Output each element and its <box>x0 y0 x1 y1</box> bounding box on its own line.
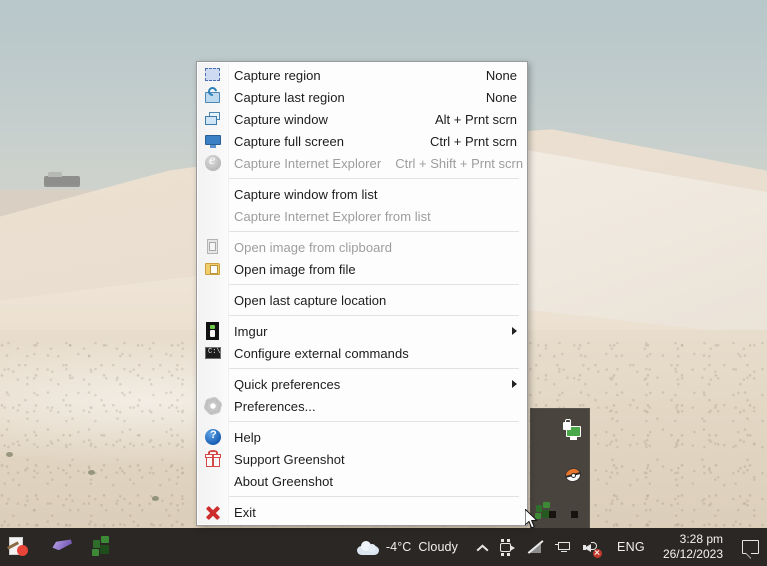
tray-grid-dot <box>549 511 556 518</box>
menu-item-label: Capture last region <box>234 89 345 105</box>
exit-icon <box>204 503 222 521</box>
menu-item-label: About Greenshot <box>234 473 334 489</box>
menu-item-capture-internet-explorer: Capture Internet Explorer Ctrl + Shift +… <box>197 152 527 174</box>
wallpaper-shrub <box>152 496 159 501</box>
menu-item-shortcut: None <box>485 67 517 83</box>
capture-region-icon <box>204 66 222 84</box>
volume-muted-icon[interactable] <box>582 539 602 558</box>
taskbar: -4°C Cloudy ENG 3:28 pm 26/12/2023 <box>0 528 767 566</box>
menu-item-label: Quick preferences <box>234 376 341 392</box>
help-icon <box>204 428 222 446</box>
wallpaper-shrub <box>6 452 13 457</box>
menu-item-exit[interactable]: Exit <box>197 501 527 523</box>
menu-item-shortcut: Ctrl + Prnt scrn <box>429 133 517 149</box>
menu-item-preferences[interactable]: Preferences... <box>197 395 527 417</box>
show-hidden-icons-chevron[interactable] <box>477 542 488 553</box>
capture-fullscreen-icon <box>204 132 222 150</box>
secure-connection-icon[interactable] <box>563 419 583 441</box>
menu-separator <box>207 496 519 497</box>
menu-item-label: Capture region <box>234 67 321 83</box>
language-indicator[interactable]: ENG <box>609 540 653 554</box>
wallpaper-shrub <box>88 470 95 475</box>
mouse-cursor <box>525 509 538 529</box>
weather-condition: Cloudy <box>418 540 458 554</box>
submenu-arrow-icon <box>512 327 517 335</box>
menu-item-quick-preferences[interactable]: Quick preferences <box>197 373 527 395</box>
menu-item-shortcut: Ctrl + Shift + Prnt scrn <box>395 155 524 171</box>
menu-item-capture-region[interactable]: Capture region None <box>197 64 527 86</box>
menu-item-label: Help <box>234 429 261 445</box>
menu-separator <box>207 368 519 369</box>
menu-item-label: Exit <box>234 504 256 520</box>
capture-window-icon <box>204 110 222 128</box>
menu-item-label: Capture Internet Explorer from list <box>234 208 431 224</box>
greenshot-app-icon[interactable] <box>90 534 116 560</box>
menu-item-label: Support Greenshot <box>234 451 345 467</box>
paint-app-icon[interactable] <box>6 533 34 561</box>
pokeball-icon[interactable] <box>563 465 583 485</box>
clock-time: 3:28 pm <box>679 532 723 547</box>
menu-item-open-image-from-file[interactable]: Open image from file <box>197 258 527 280</box>
menu-item-label: Capture Internet Explorer <box>234 155 382 171</box>
menu-item-shortcut: None <box>485 89 517 105</box>
console-icon <box>204 344 225 362</box>
clipboard-icon <box>204 238 222 256</box>
menu-item-label: Preferences... <box>234 398 316 414</box>
submenu-arrow-icon <box>512 380 517 388</box>
menu-item-help[interactable]: Help <box>197 426 527 448</box>
action-center-icon <box>741 540 759 559</box>
greenshot-context-menu[interactable]: Capture region None Capture last region … <box>196 61 528 526</box>
menu-item-label: Open last capture location <box>234 292 387 308</box>
menu-item-capture-last-region[interactable]: Capture last region None <box>197 85 527 108</box>
menu-item-label: Capture full screen <box>234 133 345 149</box>
action-center-button[interactable] <box>733 528 767 566</box>
internet-explorer-icon <box>204 153 222 172</box>
menu-item-shortcut: Alt + Prnt scrn <box>435 111 517 127</box>
menu-item-label: Capture window from list <box>234 186 378 202</box>
menu-item-support-greenshot[interactable]: Support Greenshot <box>197 448 527 470</box>
menu-item-label: Imgur <box>234 323 268 339</box>
menu-separator <box>207 178 519 179</box>
menu-item-open-image-from-clipboard: Open image from clipboard <box>197 236 527 258</box>
menu-item-capture-full-screen[interactable]: Capture full screen Ctrl + Prnt scrn <box>197 130 527 152</box>
menu-item-capture-window[interactable]: Capture window Alt + Prnt scrn <box>197 108 527 130</box>
weather-temperature: -4°C <box>385 540 412 554</box>
wallpaper-vehicle <box>44 172 80 185</box>
no-network-icon[interactable] <box>527 539 544 556</box>
tray-grid-dot <box>571 511 578 518</box>
gift-icon <box>204 450 222 468</box>
gear-icon <box>204 397 222 415</box>
menu-separator <box>207 284 519 285</box>
menu-item-configure-external-commands[interactable]: Configure external commands <box>197 342 527 364</box>
menu-separator <box>207 315 519 316</box>
menu-item-capture-ie-from-list: Capture Internet Explorer from list <box>197 205 527 227</box>
menu-item-label: Open image from clipboard <box>234 239 393 255</box>
menu-item-open-last-capture-location[interactable]: Open last capture location <box>197 289 527 311</box>
ink-workspace-icon[interactable] <box>48 533 76 561</box>
camera-capture-icon[interactable] <box>499 538 516 556</box>
menu-separator <box>207 421 519 422</box>
network-monitor-icon[interactable] <box>554 539 572 556</box>
cloud-icon <box>356 539 379 555</box>
imgur-icon <box>204 322 222 340</box>
taskbar-system-area: -4°C Cloudy ENG 3:28 pm 26/12/2023 <box>353 528 767 566</box>
menu-item-label: Open image from file <box>234 261 356 277</box>
menu-item-label: Configure external commands <box>234 345 409 361</box>
clock-date: 26/12/2023 <box>662 547 723 561</box>
menu-separator <box>207 231 519 232</box>
menu-item-capture-window-from-list[interactable]: Capture window from list <box>197 183 527 205</box>
system-tray-overflow-popup[interactable] <box>530 408 590 538</box>
menu-item-label: Capture window <box>234 111 328 127</box>
weather-widget[interactable]: -4°C Cloudy <box>353 539 468 555</box>
notification-tray <box>468 538 609 558</box>
menu-item-about-greenshot[interactable]: About Greenshot <box>197 470 527 492</box>
taskbar-app-area <box>0 528 353 566</box>
menu-item-imgur[interactable]: Imgur <box>197 320 527 342</box>
capture-last-region-icon <box>204 85 222 106</box>
clock[interactable]: 3:28 pm 26/12/2023 <box>653 532 733 561</box>
folder-image-icon <box>204 260 222 278</box>
